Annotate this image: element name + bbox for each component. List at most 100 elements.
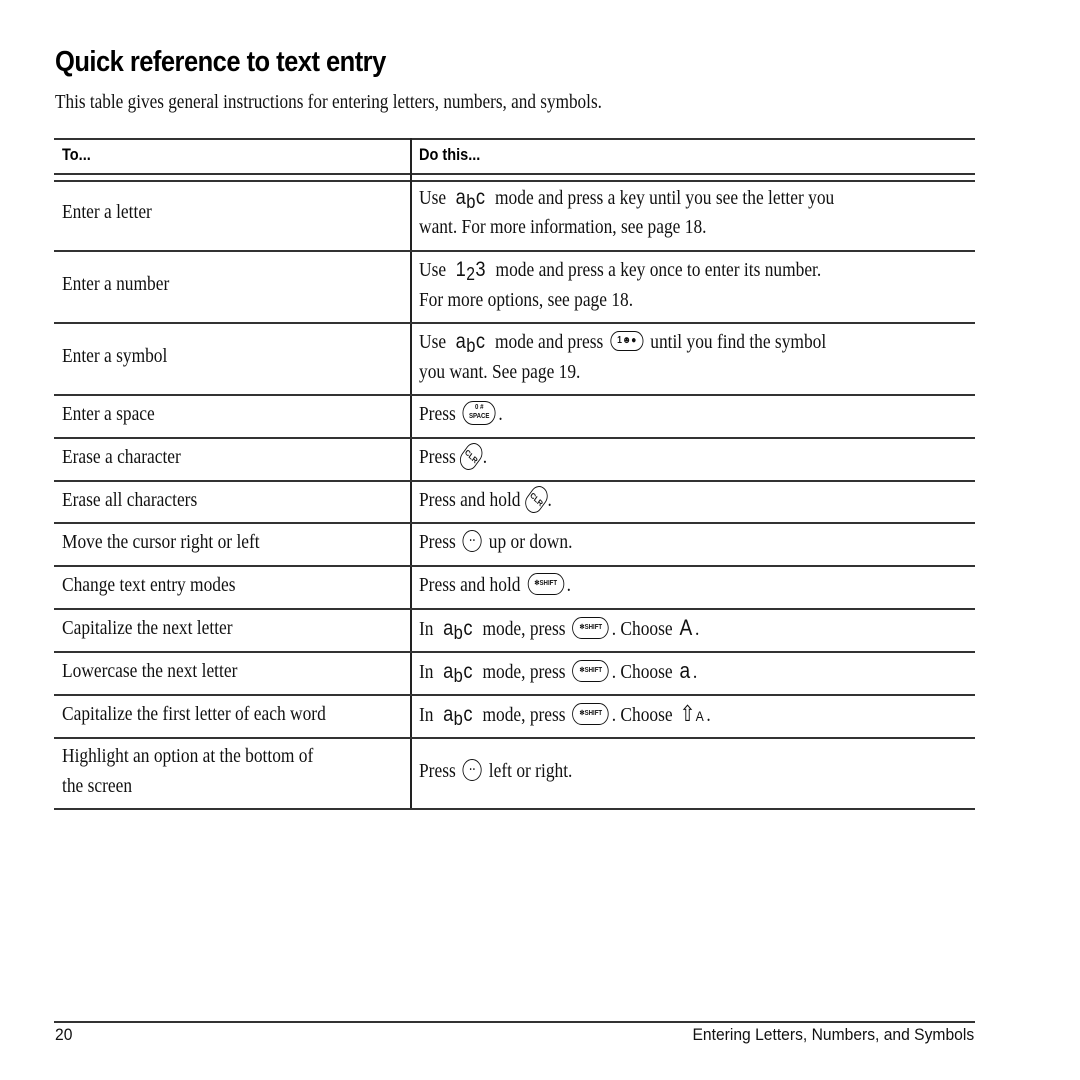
header-rule-2 bbox=[54, 180, 975, 182]
text: In bbox=[419, 704, 434, 726]
row-instruction: In abc mode, press ✻SHIFT. Choose ⇧A. bbox=[419, 699, 711, 731]
text: . bbox=[694, 618, 700, 640]
text: mode and press a key once to enter its n… bbox=[495, 259, 822, 281]
text: mode, press bbox=[482, 618, 566, 640]
abc-mode-icon: abc bbox=[443, 660, 473, 687]
row-rule bbox=[54, 437, 975, 439]
row-action: Move the cursor right or left bbox=[62, 531, 260, 553]
row-rule bbox=[54, 522, 975, 524]
row-action: Erase a character bbox=[62, 446, 181, 468]
clr-key-icon: CLR bbox=[456, 438, 487, 474]
abc-mode-icon: abc bbox=[443, 703, 473, 730]
shift-key-icon: ✻SHIFT bbox=[572, 660, 610, 683]
row-instruction-line2: For more options, see page 18. bbox=[419, 289, 634, 311]
text: Use bbox=[419, 187, 447, 209]
text: left or right. bbox=[488, 760, 573, 782]
row-action: Capitalize the first letter of each word bbox=[62, 703, 326, 725]
row-action: Enter a letter bbox=[62, 201, 152, 223]
intro-paragraph: This table gives general instructions fo… bbox=[55, 91, 602, 113]
row-rule bbox=[54, 608, 975, 610]
footer-rule bbox=[54, 1021, 975, 1023]
page-title: Quick reference to text entry bbox=[55, 46, 386, 78]
row-action: Highlight an option at the bottom of bbox=[62, 745, 314, 767]
text: . bbox=[692, 661, 698, 683]
row-action: Change text entry modes bbox=[62, 574, 236, 596]
clr-key-icon: CLR bbox=[521, 481, 551, 517]
uppercase-mode-icon: A bbox=[679, 615, 693, 640]
text: Use bbox=[419, 259, 447, 281]
row-action: Enter a number bbox=[62, 273, 170, 295]
header-rule-1 bbox=[54, 173, 975, 175]
row-action: Enter a symbol bbox=[62, 345, 168, 367]
shift-key-icon: ✻SHIFT bbox=[572, 703, 610, 726]
text: . Choose bbox=[611, 618, 673, 640]
word-caps-icon: ⇧A bbox=[679, 701, 704, 726]
table-top-rule bbox=[54, 138, 975, 140]
row-action: Erase all characters bbox=[62, 489, 198, 511]
row-instruction: Press • • left or right. bbox=[419, 756, 572, 786]
row-instruction: Press and hold ✻SHIFT. bbox=[419, 570, 571, 600]
text: Press bbox=[419, 446, 456, 468]
row-instruction: Press • • up or down. bbox=[419, 527, 572, 557]
navigation-key-icon: • • bbox=[462, 759, 482, 782]
table-bottom-rule bbox=[54, 808, 975, 810]
row-instruction: Press 0 # SPACE. bbox=[419, 399, 503, 429]
abc-mode-icon: abc bbox=[443, 617, 473, 644]
text: up or down. bbox=[488, 531, 573, 553]
text: . Choose bbox=[611, 661, 673, 683]
text: mode, press bbox=[482, 661, 566, 683]
row-rule bbox=[54, 565, 975, 567]
row-instruction: In abc mode, press ✻SHIFT. Choose a. bbox=[419, 656, 697, 688]
text: mode and press bbox=[495, 331, 604, 353]
text: . bbox=[547, 489, 552, 511]
123-mode-icon: 123 bbox=[455, 258, 486, 284]
text: . bbox=[706, 704, 711, 726]
abc-mode-icon: abc bbox=[455, 186, 486, 213]
row-instruction: Press CLR. bbox=[419, 438, 488, 474]
row-instruction: Press and hold CLR. bbox=[419, 481, 552, 517]
row-instruction: Use 123 mode and press a key once to ent… bbox=[419, 255, 821, 285]
row-rule bbox=[54, 394, 975, 396]
text: . bbox=[498, 403, 503, 425]
header-to: To... bbox=[62, 146, 91, 164]
space-key-icon: 0 # SPACE bbox=[462, 401, 496, 426]
header-do-this: Do this... bbox=[419, 146, 481, 164]
row-instruction-line2: want. For more information, see page 18. bbox=[419, 216, 707, 238]
text: . bbox=[566, 574, 571, 596]
row-instruction-line2: you want. See page 19. bbox=[419, 361, 581, 383]
column-divider bbox=[410, 138, 412, 809]
row-action: Capitalize the next letter bbox=[62, 617, 233, 639]
symbol-key-icon: 1☻● bbox=[610, 331, 644, 352]
text: In bbox=[419, 661, 434, 683]
text: Press and hold bbox=[419, 574, 521, 596]
text: until you find the symbol bbox=[650, 331, 827, 353]
row-rule bbox=[54, 737, 975, 739]
abc-mode-icon: abc bbox=[455, 330, 486, 357]
row-instruction: In abc mode, press ✻SHIFT. Choose A. bbox=[419, 613, 699, 645]
text: . Choose bbox=[611, 704, 673, 726]
row-rule bbox=[54, 651, 975, 653]
text: Press bbox=[419, 760, 456, 782]
lowercase-mode-icon: a bbox=[679, 658, 691, 683]
text: Use bbox=[419, 331, 447, 353]
row-rule bbox=[54, 250, 975, 252]
text: Press bbox=[419, 531, 456, 553]
row-action: Enter a space bbox=[62, 403, 155, 425]
text: . bbox=[482, 446, 488, 468]
text: Press and hold bbox=[419, 489, 521, 511]
row-rule bbox=[54, 322, 975, 324]
section-title: Entering Letters, Numbers, and Symbols bbox=[692, 1025, 974, 1044]
row-action: Lowercase the next letter bbox=[62, 660, 238, 682]
text: In bbox=[419, 618, 434, 640]
text: mode, press bbox=[482, 704, 566, 726]
shift-key-icon: ✻SHIFT bbox=[572, 617, 610, 640]
row-instruction: Use abc mode and press 1☻● until you fin… bbox=[419, 327, 826, 358]
page-number: 20 bbox=[55, 1025, 73, 1044]
row-rule bbox=[54, 694, 975, 696]
row-action-line2: the screen bbox=[62, 775, 133, 797]
navigation-key-icon: • • bbox=[462, 530, 482, 553]
row-instruction: Use abc mode and press a key until you s… bbox=[419, 183, 834, 214]
row-rule bbox=[54, 480, 975, 482]
text: Press bbox=[419, 403, 456, 425]
shift-key-icon: ✻SHIFT bbox=[527, 573, 565, 596]
